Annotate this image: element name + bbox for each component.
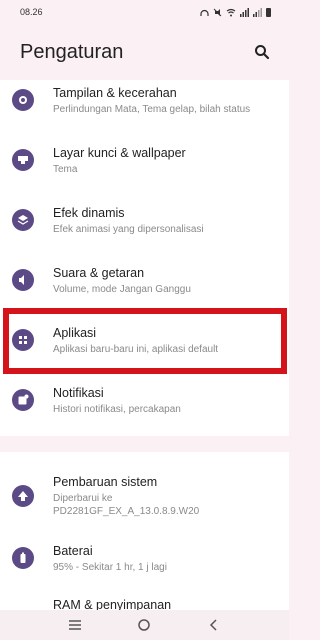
wallpaper-icon	[12, 149, 34, 171]
item-subtitle: Aplikasi baru-baru ini, aplikasi default	[53, 343, 219, 355]
navigation-bar	[0, 610, 289, 640]
item-label: Suara & getaran	[53, 265, 145, 280]
menu-button[interactable]	[63, 613, 87, 637]
settings-item-display[interactable]: Tampilan & kecerahan Perlindungan Mata, …	[0, 70, 289, 130]
item-label: Baterai	[53, 543, 93, 558]
battery-status-icon	[266, 7, 271, 17]
item-subtitle-2: PD2281GF_EX_A_13.0.8.9.W20	[53, 506, 200, 517]
notification-icon	[12, 389, 34, 411]
settings-card-2: Pembaruan sistem Diperbarui ke PD2281GF_…	[0, 452, 289, 612]
settings-item-battery[interactable]: Baterai 95% - Sekitar 1 hr, 1 j lagi	[0, 528, 289, 588]
apps-grid-icon	[12, 329, 34, 351]
item-label: Notifikasi	[53, 385, 104, 400]
signal-icon	[240, 7, 249, 17]
item-label: Layar kunci & wallpaper	[53, 145, 186, 160]
item-subtitle: Histori notifikasi, percakapan	[53, 403, 181, 415]
settings-item-lockscreen[interactable]: Layar kunci & wallpaper Tema	[0, 130, 289, 190]
settings-item-sound[interactable]: Suara & getaran Volume, mode Jangan Gang…	[0, 250, 289, 310]
status-time: 08.26	[20, 7, 43, 17]
back-icon	[210, 619, 217, 631]
item-subtitle: Efek animasi yang dipersonalisasi	[53, 223, 204, 235]
settings-item-system-update[interactable]: Pembaruan sistem Diperbarui ke PD2281GF_…	[0, 464, 289, 528]
item-label: Aplikasi	[53, 325, 97, 340]
back-button[interactable]	[202, 613, 226, 637]
item-subtitle: Perlindungan Mata, Tema gelap, bilah sta…	[53, 103, 251, 115]
item-subtitle: 95% - Sekitar 1 hr, 1 j lagi	[53, 561, 167, 573]
system-update-icon	[12, 485, 34, 507]
item-subtitle: Volume, mode Jangan Ganggu	[53, 283, 191, 295]
menu-icon	[68, 620, 81, 630]
page-title: Pengaturan	[20, 40, 124, 63]
battery-icon	[12, 547, 34, 569]
wifi-icon	[226, 8, 236, 16]
search-button[interactable]	[251, 41, 273, 63]
settings-card-1: Tampilan & kecerahan Perlindungan Mata, …	[0, 80, 289, 436]
status-bar: 08.26	[0, 0, 289, 24]
search-icon	[255, 45, 270, 60]
settings-item-notifications[interactable]: Notifikasi Histori notifikasi, percakapa…	[0, 370, 289, 430]
headset-icon	[200, 9, 209, 16]
settings-item-dynamic-effects[interactable]: Efek dinamis Efek animasi yang dipersona…	[0, 190, 289, 250]
speaker-icon	[12, 269, 34, 291]
item-label: Pembaruan sistem	[53, 475, 158, 489]
settings-item-apps[interactable]: Aplikasi Aplikasi baru-baru ini, aplikas…	[0, 310, 289, 370]
home-button[interactable]	[132, 613, 156, 637]
item-label: Tampilan & kecerahan	[53, 85, 177, 100]
display-brightness-icon	[12, 89, 34, 111]
item-subtitle: Diperbarui ke	[53, 493, 113, 504]
status-icons	[200, 7, 271, 17]
home-icon	[138, 619, 151, 631]
signal-2-icon	[253, 7, 262, 17]
silent-icon	[213, 8, 222, 16]
item-label: Efek dinamis	[53, 205, 125, 220]
dynamic-effects-icon	[12, 209, 34, 231]
item-subtitle: Tema	[53, 163, 78, 175]
